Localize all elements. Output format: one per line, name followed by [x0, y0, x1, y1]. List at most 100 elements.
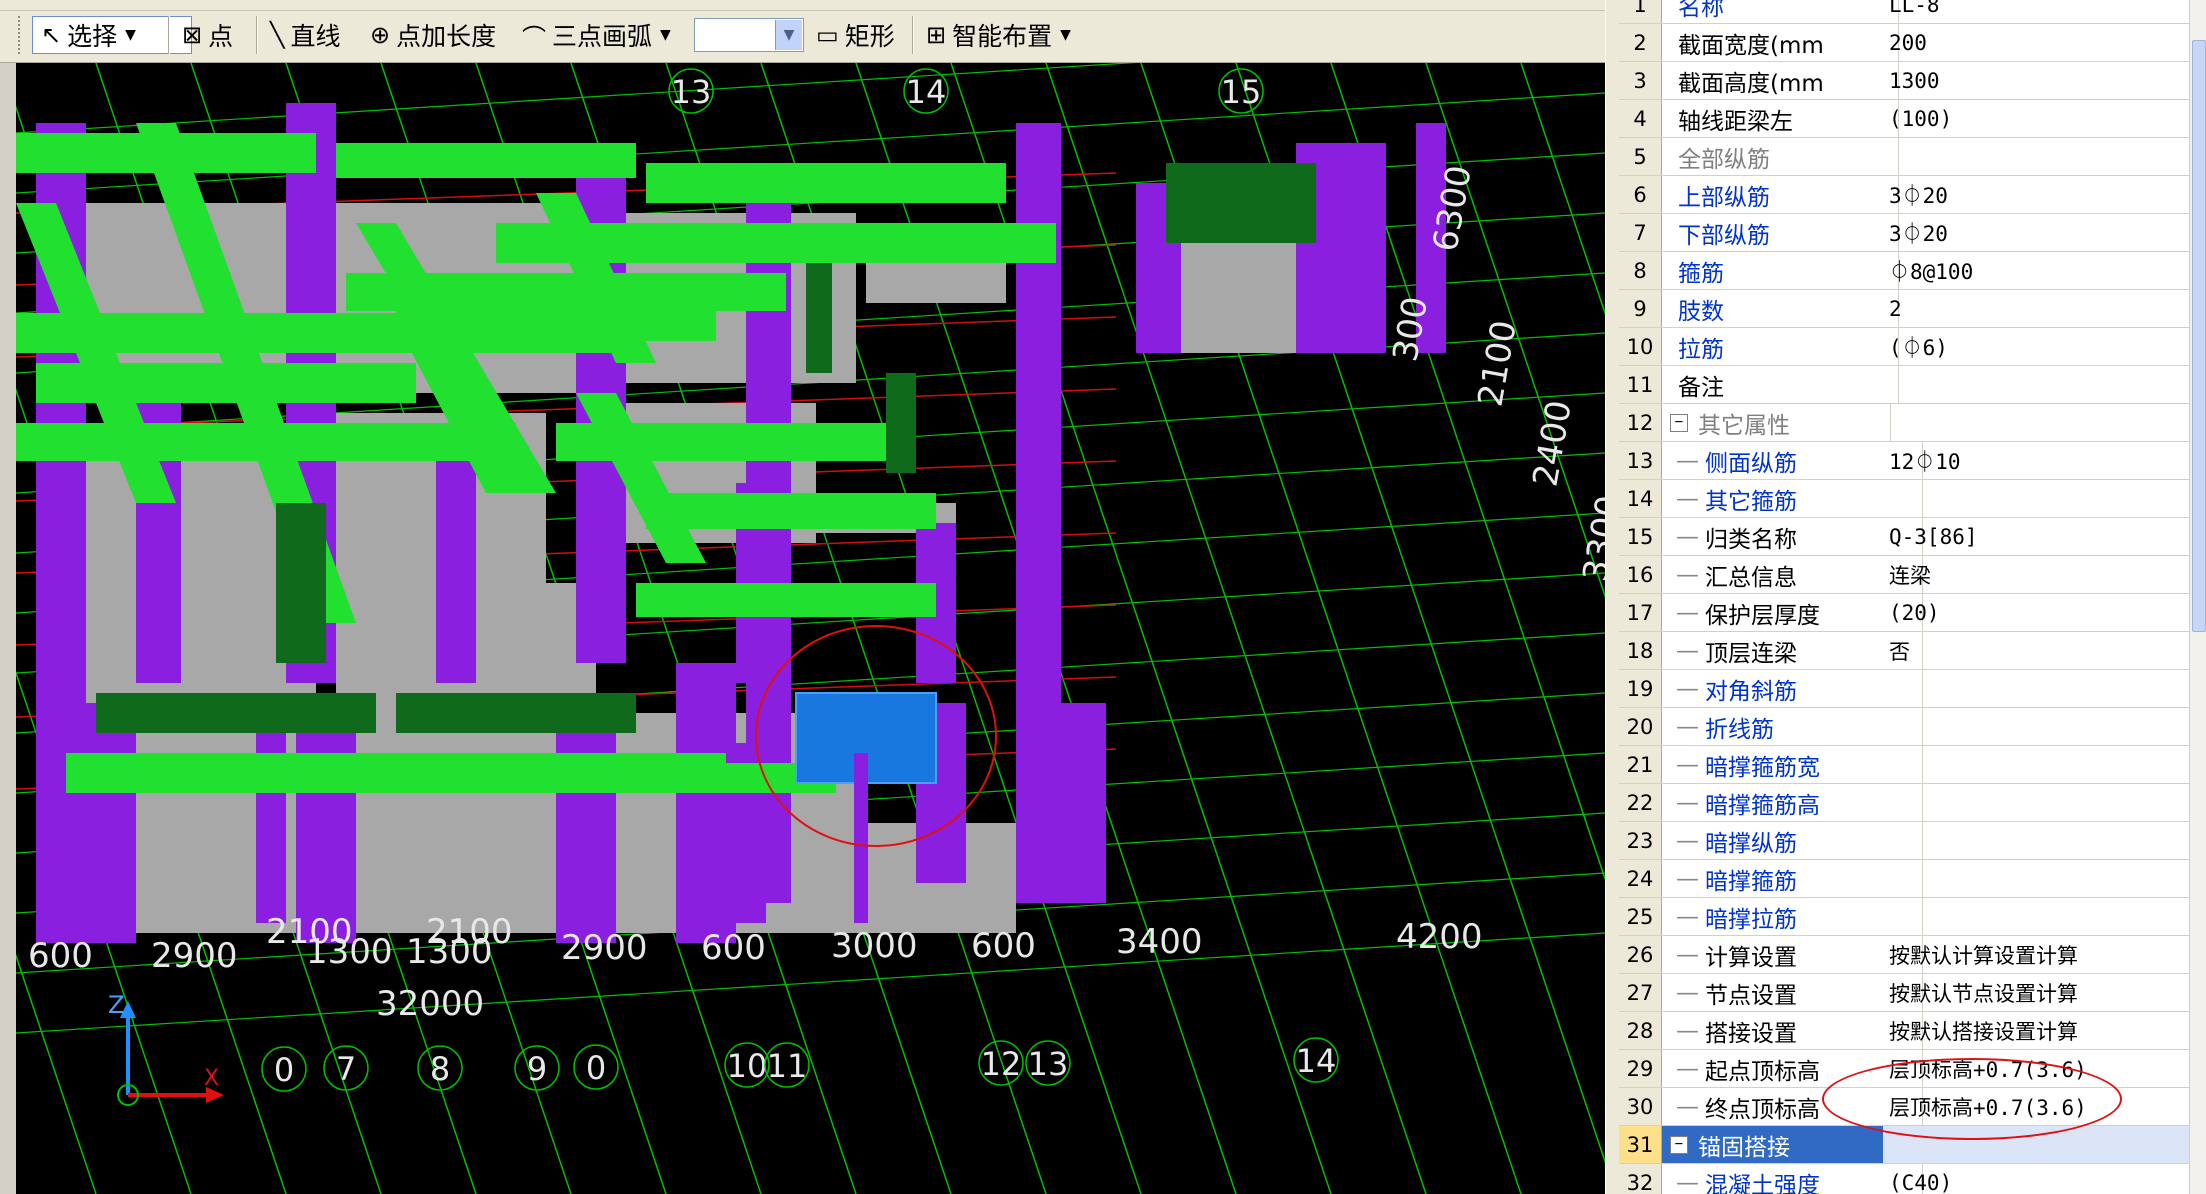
- property-grid-scrollbar[interactable]: [2189, 0, 2206, 1194]
- property-value[interactable]: 12⏀10: [1883, 442, 2189, 479]
- property-row[interactable]: 9 肢数 2: [1619, 290, 2189, 328]
- smart-layout-icon: ⊞: [926, 21, 947, 49]
- property-row[interactable]: 31− 锚固搭接: [1619, 1126, 2189, 1164]
- property-row[interactable]: 26 — 计算设置 按默认计算设置计算: [1619, 936, 2189, 974]
- smart-layout-button[interactable]: ⊞ 智能布置 ▼: [926, 16, 1071, 54]
- property-value[interactable]: LL-8: [1883, 0, 2189, 23]
- property-row[interactable]: 27 — 节点设置 按默认节点设置计算: [1619, 974, 2189, 1012]
- property-value[interactable]: (C40): [1883, 1164, 2189, 1194]
- property-row[interactable]: 3 截面高度(mm 1300: [1619, 62, 2189, 100]
- property-value[interactable]: [1883, 784, 2189, 821]
- beam-dark: [396, 693, 636, 733]
- line-button[interactable]: ╲ 直线: [270, 16, 340, 54]
- property-name: − 锚固搭接: [1662, 1126, 1891, 1163]
- property-value[interactable]: 否: [1883, 632, 2189, 669]
- tree-line-icon: —: [1676, 713, 1699, 740]
- property-value[interactable]: 3⏀20: [1883, 214, 2189, 251]
- property-row[interactable]: 18 — 顶层连梁 否: [1619, 632, 2189, 670]
- 3d-viewport[interactable]: 13 14 15 6300 300 2100 2400 3300 2100 2100 600 2900…: [16, 63, 1605, 1194]
- property-row[interactable]: 1 名称 LL-8: [1619, 0, 2189, 24]
- property-value[interactable]: 按默认计算设置计算: [1883, 936, 2189, 973]
- property-row[interactable]: 14 — 其它箍筋: [1619, 480, 2189, 518]
- property-row[interactable]: 19 — 对角斜筋: [1619, 670, 2189, 708]
- property-row[interactable]: 29 — 起点顶标高 层顶标高+0.7(3.6): [1619, 1050, 2189, 1088]
- combo-dropdown-icon[interactable]: ▼: [775, 20, 802, 50]
- property-value[interactable]: 层顶标高+0.7(3.6): [1883, 1088, 2189, 1125]
- property-value[interactable]: [1883, 366, 2189, 403]
- property-value[interactable]: [1883, 404, 2189, 441]
- property-row[interactable]: 2 截面宽度(mm 200: [1619, 24, 2189, 62]
- row-number: 10: [1619, 328, 1662, 365]
- property-row[interactable]: 13 — 侧面纵筋 12⏀10: [1619, 442, 2189, 480]
- property-row[interactable]: 20 — 折线筋: [1619, 708, 2189, 746]
- property-name-text: 名称: [1678, 0, 1724, 21]
- property-row[interactable]: 16 — 汇总信息 连梁: [1619, 556, 2189, 594]
- dimension-text: 600: [28, 936, 93, 976]
- property-row[interactable]: 5 全部纵筋: [1619, 138, 2189, 176]
- property-name-text: 下部纵筋: [1678, 222, 1770, 249]
- three-point-arc-button[interactable]: ⌒ 三点画弧 ▼: [522, 16, 671, 54]
- layer-combo[interactable]: ▼: [694, 18, 804, 52]
- dropdown-arrow-icon[interactable]: ▼: [125, 27, 136, 43]
- point-length-icon: ⊕: [370, 21, 391, 49]
- property-row[interactable]: 32 — 混凝土强度 (C40): [1619, 1164, 2189, 1194]
- property-value[interactable]: (20): [1883, 594, 2189, 631]
- property-value[interactable]: 1300: [1883, 62, 2189, 99]
- property-value[interactable]: [1883, 670, 2189, 707]
- property-row[interactable]: 28 — 搭接设置 按默认搭接设置计算: [1619, 1012, 2189, 1050]
- property-row[interactable]: 6 上部纵筋 3⏀20: [1619, 176, 2189, 214]
- property-value[interactable]: 200: [1883, 24, 2189, 61]
- property-value[interactable]: [1883, 746, 2189, 783]
- property-row[interactable]: 15 — 归类名称 Q-3[86]: [1619, 518, 2189, 556]
- property-value[interactable]: 连梁: [1883, 556, 2189, 593]
- point-length-button[interactable]: ⊕ 点加长度: [370, 16, 496, 54]
- property-value[interactable]: [1883, 822, 2189, 859]
- property-row[interactable]: 12− 其它属性: [1619, 404, 2189, 442]
- property-row[interactable]: 21 — 暗撑箍筋宽: [1619, 746, 2189, 784]
- property-value[interactable]: [1883, 480, 2189, 517]
- beam: [636, 583, 936, 617]
- property-value[interactable]: [1883, 708, 2189, 745]
- property-value[interactable]: [1883, 1126, 2189, 1163]
- property-row[interactable]: 23 — 暗撑纵筋: [1619, 822, 2189, 860]
- wall-column: [256, 703, 286, 923]
- property-row[interactable]: 8 箍筋 ⏀8@100: [1619, 252, 2189, 290]
- property-row[interactable]: 11 备注: [1619, 366, 2189, 404]
- property-row[interactable]: 4 轴线距梁左 (100): [1619, 100, 2189, 138]
- property-value[interactable]: [1883, 898, 2189, 935]
- row-number: 20: [1619, 708, 1662, 745]
- property-row[interactable]: 22 — 暗撑箍筋高: [1619, 784, 2189, 822]
- scrollbar-thumb[interactable]: [2192, 40, 2206, 632]
- property-value[interactable]: [1883, 138, 2189, 175]
- property-value[interactable]: Q-3[86]: [1883, 518, 2189, 555]
- property-value[interactable]: 按默认搭接设置计算: [1883, 1012, 2189, 1049]
- tree-line-icon: —: [1676, 865, 1699, 892]
- point-button[interactable]: ⊠ 点: [182, 16, 233, 54]
- property-name: 全部纵筋: [1662, 138, 1899, 175]
- dimension-text: 2100: [1470, 317, 1524, 409]
- property-value[interactable]: 2: [1883, 290, 2189, 327]
- toolbar-grip[interactable]: [18, 16, 24, 54]
- building-model[interactable]: [16, 103, 1446, 943]
- property-value[interactable]: [1883, 860, 2189, 897]
- toolbar-separator: [256, 16, 258, 54]
- property-name-text: 侧面纵筋: [1705, 450, 1797, 477]
- model-canvas[interactable]: 13 14 156300300 2100240033002100 2100600 2900…: [16, 63, 1605, 1194]
- dropdown-arrow-icon[interactable]: ▼: [1060, 27, 1071, 43]
- property-value[interactable]: 层顶标高+0.7(3.6): [1883, 1050, 2189, 1087]
- collapse-toggle-icon[interactable]: −: [1670, 413, 1688, 432]
- property-row[interactable]: 7 下部纵筋 3⏀20: [1619, 214, 2189, 252]
- property-value[interactable]: 按默认节点设置计算: [1883, 974, 2189, 1011]
- property-row[interactable]: 17 — 保护层厚度 (20): [1619, 594, 2189, 632]
- property-row[interactable]: 10 拉筋 (⏀6): [1619, 328, 2189, 366]
- collapse-toggle-icon[interactable]: −: [1670, 1135, 1688, 1154]
- property-row[interactable]: 24 — 暗撑箍筋: [1619, 860, 2189, 898]
- property-value[interactable]: (⏀6): [1883, 328, 2189, 365]
- dropdown-arrow-icon[interactable]: ▼: [660, 27, 671, 43]
- property-value[interactable]: ⏀8@100: [1883, 252, 2189, 289]
- rect-button[interactable]: ▭ 矩形: [816, 16, 895, 54]
- property-row[interactable]: 30 — 终点顶标高 层顶标高+0.7(3.6): [1619, 1088, 2189, 1126]
- property-row[interactable]: 25 — 暗撑拉筋: [1619, 898, 2189, 936]
- property-value[interactable]: 3⏀20: [1883, 176, 2189, 213]
- property-value[interactable]: (100): [1883, 100, 2189, 137]
